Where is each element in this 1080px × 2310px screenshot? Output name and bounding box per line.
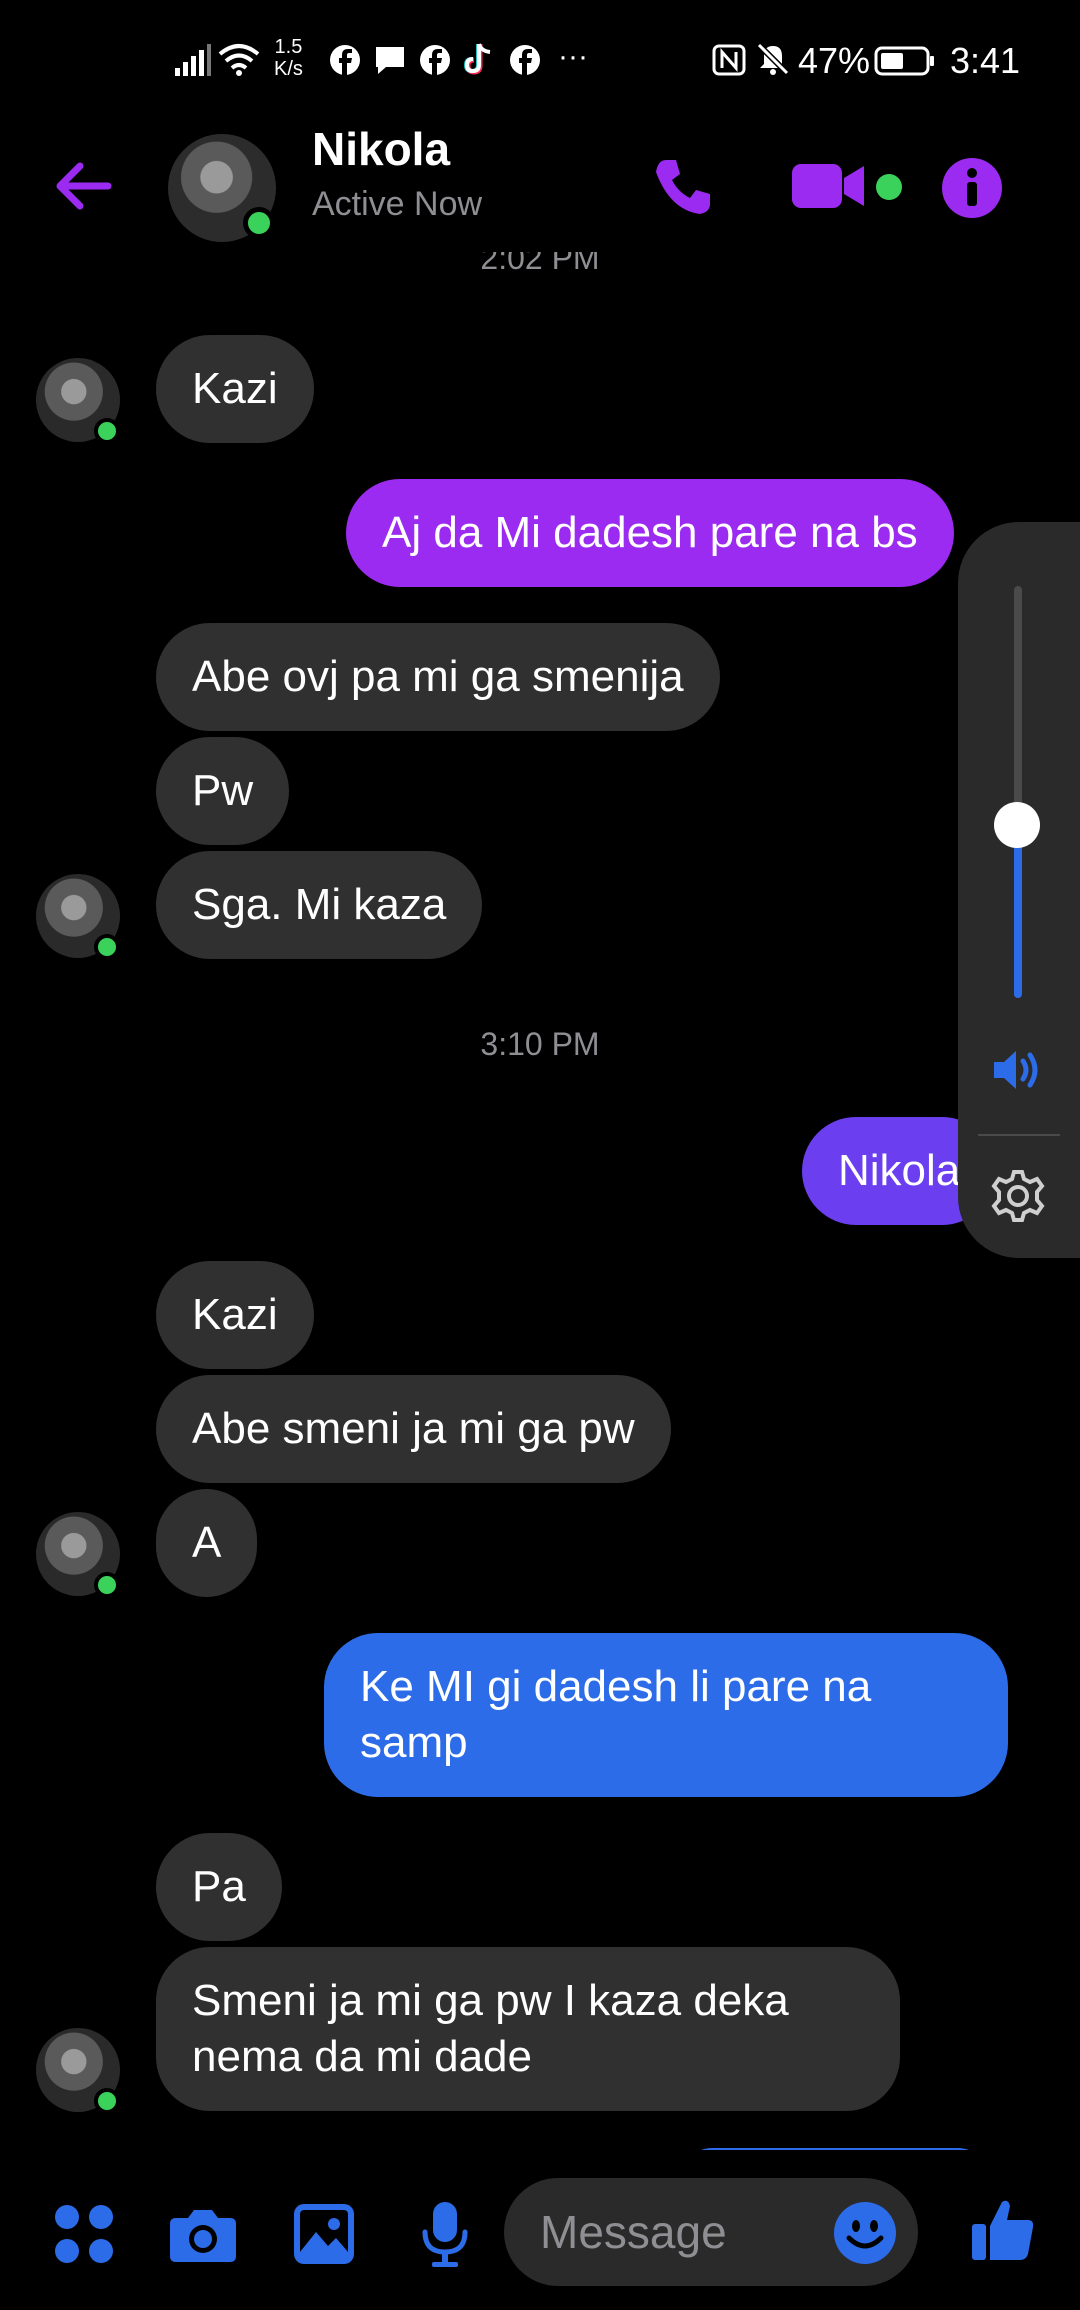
clock: 3:41 [950,40,1021,81]
net-speed-unit: K/s [274,58,303,80]
nfc-icon [712,44,746,76]
message-bubble-outgoing[interactable]: Ke MI gi dadesh li pare na samp [324,1633,1008,1797]
message-bubble-incoming[interactable]: Abe smeni ja mi ga pw [156,1375,671,1483]
battery-percent: 47% [798,40,871,81]
info-icon[interactable] [942,158,1002,223]
bell-mute-icon [756,42,790,76]
message-bubble-incoming[interactable]: Abe ovj pa mi ga smenija [156,623,720,731]
wifi-icon [218,42,260,76]
timestamp-separator: 3:10 PM [480,1026,600,1062]
online-indicator [94,1572,120,1598]
volume-icon[interactable] [992,1048,1046,1097]
message-bubble-incoming[interactable]: Kazi [156,1261,314,1369]
message-bubble-incoming[interactable]: Pw [156,737,290,845]
mic-icon[interactable] [420,2200,470,2273]
status-bar: 1.5 K/s ··· 47% 3:41 [0,0,1080,130]
online-indicator [94,934,120,960]
conversation-header [0,130,1080,248]
contact-name[interactable]: Nikola [312,122,450,176]
net-speed-value: 1.5 [274,36,303,58]
message-bubble-incoming[interactable]: Sga. Mi kaza [156,851,483,959]
battery-icon [874,46,936,76]
message-notif-icon [374,45,406,75]
camera-icon[interactable] [170,2206,236,2267]
like-icon[interactable] [970,2196,1036,2267]
network-speed: 1.5 K/s [274,36,303,80]
facebook-notif-icon-3 [510,45,540,75]
message-bubble-incoming[interactable]: Kazi [156,335,314,443]
settings-icon[interactable] [990,1168,1046,1229]
message-bubble-incoming[interactable]: Smeni ja mi ga pw I kaza deka nema da mi… [156,1947,900,2111]
volume-slider-fill [1014,826,1022,998]
more-notifications: ··· [558,40,588,73]
online-indicator [243,207,275,239]
partial-timestamp: 2:02 PM [0,252,1080,282]
volume-slider-knob[interactable] [994,802,1040,848]
video-icon[interactable] [792,160,866,217]
back-arrow-icon[interactable] [52,160,112,217]
contact-status: Active Now [312,185,483,223]
video-active-dot [876,174,902,200]
gallery-icon[interactable] [294,2204,354,2269]
volume-panel-divider [978,1134,1060,1136]
message-bubble-outgoing[interactable]: Aj da Mi dadesh pare na bs [346,479,954,587]
online-indicator [94,418,120,444]
message-bubble-incoming[interactable]: A [156,1489,258,1597]
online-indicator [94,2088,120,2114]
signal-icon [175,44,211,76]
apps-icon[interactable] [54,2204,114,2269]
partial-timestamp-text: 2:02 PM [480,252,600,276]
emoji-icon[interactable] [834,2202,896,2269]
facebook-notif-icon [330,45,360,75]
phone-icon[interactable] [652,156,714,223]
tiktok-notif-icon [464,42,496,76]
facebook-notif-icon-2 [420,45,450,75]
message-bubble-incoming[interactable]: Pa [156,1833,282,1941]
